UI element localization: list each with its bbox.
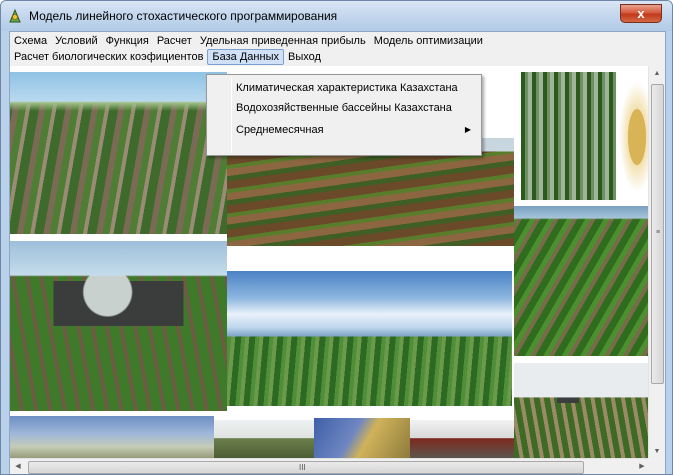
menu-item-calculation[interactable]: Расчет: [153, 33, 196, 49]
menu-item-optimization-model[interactable]: Модель оптимизации: [370, 33, 487, 49]
menu-item-exit[interactable]: Выход: [284, 49, 325, 65]
dropdown-item-label: Климатическая характеристика Казахстана: [236, 82, 458, 94]
app-window: Модель линейного стохастического програм…: [0, 0, 673, 475]
dropdown-item-monthly-average[interactable]: Среднемесячная ▶: [209, 120, 479, 140]
dropdown-item-label: Водохозяйственные бассейны Казахстана: [236, 102, 452, 114]
menu-item-conditions[interactable]: Условий: [51, 33, 102, 49]
window-title: Модель линейного стохастического програм…: [29, 9, 338, 23]
app-icon: [9, 8, 21, 23]
menu-row-2: Расчет биологических коэфициентов База Д…: [10, 49, 325, 66]
scroll-grip-icon: ≡: [655, 229, 661, 236]
photo-landscape: [10, 416, 214, 460]
menu-bar: Схема Условий Функция Расчет Удельная пр…: [10, 32, 665, 66]
title-bar[interactable]: Модель линейного стохастического програм…: [1, 1, 672, 31]
photo-sprayer-tractor: [514, 363, 658, 460]
database-dropdown-menu: Климатическая характеристика Казахстана …: [206, 74, 482, 156]
menu-item-specific-profit[interactable]: Удельная приведенная прибыль: [196, 33, 370, 49]
scroll-grip-icon: III: [299, 463, 306, 472]
client-area: Схема Условий Функция Расчет Удельная пр…: [9, 31, 666, 474]
horizontal-scroll-thumb[interactable]: III: [28, 461, 584, 474]
photo-rice-paddy: [521, 72, 616, 200]
vertical-scrollbar[interactable]: ▲ ≡ ▼: [648, 66, 665, 460]
menu-item-scheme[interactable]: Схема: [10, 33, 51, 49]
photo-harvester-field: [214, 420, 314, 460]
photo-tractor-cultivator: [10, 241, 227, 411]
dropdown-item-water-basins[interactable]: Водохозяйственные бассейны Казахстана: [209, 98, 479, 118]
scroll-left-icon[interactable]: ◀: [10, 459, 26, 474]
photo-crop-rows-field: [10, 72, 227, 234]
menu-item-database[interactable]: База Данных: [207, 49, 284, 65]
scrollbar-corner: [648, 458, 665, 474]
menu-item-function[interactable]: Функция: [102, 33, 153, 49]
menu-item-bio-coefficients[interactable]: Расчет биологических коэфициентов: [10, 49, 207, 65]
close-button[interactable]: x: [620, 4, 662, 23]
photo-combine-harvester: [410, 420, 514, 460]
scroll-up-icon[interactable]: ▲: [649, 66, 665, 82]
menu-row-1: Схема Условий Функция Расчет Удельная пр…: [10, 33, 487, 50]
dropdown-item-label: Среднемесячная: [236, 124, 324, 136]
photo-grain-sky: [314, 418, 410, 460]
submenu-arrow-icon: ▶: [464, 125, 471, 134]
photo-field-with-sky: [227, 271, 512, 406]
vertical-scroll-thumb[interactable]: ≡: [651, 84, 664, 384]
dropdown-item-climate[interactable]: Климатическая характеристика Казахстана: [209, 78, 479, 98]
photo-irrigated-rows: [514, 206, 654, 356]
horizontal-scrollbar[interactable]: ◀ III ▶: [10, 458, 650, 474]
